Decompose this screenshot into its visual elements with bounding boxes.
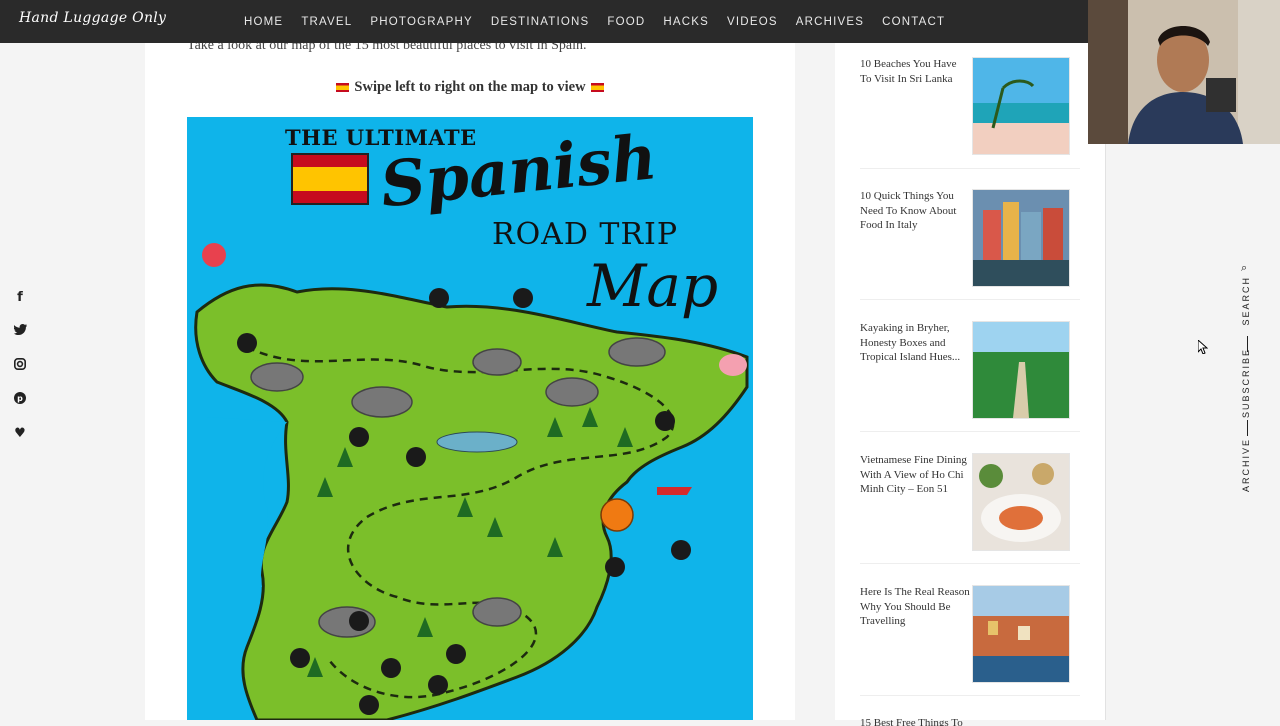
- webcam-overlay: [1088, 0, 1280, 144]
- spain-flag-icon: [336, 83, 350, 92]
- main-nav: HOME TRAVEL PHOTOGRAPHY DESTINATIONS FOO…: [235, 0, 954, 43]
- social-share-bar: f p ♥: [10, 290, 30, 460]
- spain-road-trip-map[interactable]: THE ULTIMATE Spanish ROAD TRIP Map: [187, 117, 753, 720]
- orange-illustration: [600, 498, 634, 532]
- octopus-illustration: [202, 243, 226, 267]
- search-icon[interactable]: ⌕: [1241, 262, 1247, 275]
- nav-hacks[interactable]: HACKS: [663, 16, 709, 28]
- spain-flag-icon: [590, 83, 604, 92]
- instagram-icon[interactable]: [10, 358, 30, 392]
- food-image: [973, 454, 1069, 550]
- sidebar-post[interactable]: Here Is The Real Reason Why You Should B…: [860, 585, 1075, 685]
- nav-destinations[interactable]: DESTINATIONS: [491, 16, 590, 28]
- post-thumbnail: [972, 57, 1070, 155]
- sidebar-post[interactable]: 10 Beaches You Have To Visit In Sri Lank…: [860, 57, 1075, 157]
- nav-contact[interactable]: CONTACT: [882, 16, 945, 28]
- spain-flag: [291, 153, 369, 205]
- right-vertical-menu: ⌕ SEARCH SUBSCRIBE ARCHIVE: [1238, 262, 1258, 502]
- italy-coast-image: [973, 190, 1069, 286]
- nav-videos[interactable]: VIDEOS: [727, 16, 778, 28]
- nav-travel[interactable]: TRAVEL: [301, 16, 352, 28]
- post-divider: [860, 168, 1080, 169]
- post-thumbnail: [972, 189, 1070, 287]
- subscribe-link[interactable]: SUBSCRIBE: [1241, 348, 1251, 418]
- post-title: 10 Beaches You Have To Visit In Sri Lank…: [860, 58, 957, 85]
- post-thumbnail: [972, 585, 1070, 683]
- cinque-terre-image: [973, 586, 1069, 682]
- facebook-icon[interactable]: f: [10, 290, 30, 324]
- post-thumbnail: [972, 321, 1070, 419]
- svg-text:p: p: [17, 394, 23, 403]
- pinterest-icon[interactable]: p: [10, 392, 30, 426]
- site-logo[interactable]: Hand Luggage Only: [19, 10, 166, 26]
- post-divider: [860, 695, 1080, 696]
- mouse-cursor-icon: [1198, 340, 1208, 354]
- beach-image: [973, 58, 1069, 154]
- post-title: 15 Best Free Things To: [860, 717, 963, 726]
- twitter-icon[interactable]: [10, 324, 30, 358]
- sidebar-post[interactable]: 10 Quick Things You Need To Know About F…: [860, 189, 1075, 289]
- lake: [436, 431, 518, 453]
- swipe-hint-text: Swipe left to right on the map to view: [354, 79, 586, 95]
- post-divider: [860, 431, 1080, 432]
- archive-link[interactable]: ARCHIVE: [1241, 438, 1251, 492]
- post-divider: [860, 563, 1080, 564]
- sidebar-post[interactable]: Kayaking in Bryher, Honesty Boxes and Tr…: [860, 321, 1075, 421]
- post-title: 10 Quick Things You Need To Know About F…: [860, 190, 957, 231]
- post-thumbnail: [972, 453, 1070, 551]
- post-title: Vietnamese Fine Dining With A View of Ho…: [860, 454, 967, 495]
- map-title-line-3: ROAD TRIP: [492, 217, 679, 252]
- swipe-hint: Swipe left to right on the map to view: [145, 79, 795, 96]
- presenter-video: [1088, 0, 1280, 144]
- heart-icon[interactable]: ♥: [10, 426, 30, 460]
- sidebar-post[interactable]: 15 Best Free Things To: [860, 716, 1075, 726]
- map-title-line-4: Map: [587, 252, 719, 320]
- nav-photography[interactable]: PHOTOGRAPHY: [370, 16, 472, 28]
- nav-home[interactable]: HOME: [244, 16, 283, 28]
- related-posts-sidebar: 10 Beaches You Have To Visit In Sri Lank…: [835, 43, 1106, 726]
- nav-food[interactable]: FOOD: [607, 16, 645, 28]
- sidebar-post[interactable]: Vietnamese Fine Dining With A View of Ho…: [860, 453, 1075, 553]
- post-title: Here Is The Real Reason Why You Should B…: [860, 586, 970, 627]
- top-navigation-bar: Hand Luggage Only HOME TRAVEL PHOTOGRAPH…: [0, 0, 1088, 43]
- pig-illustration: [719, 354, 747, 376]
- post-title: Kayaking in Bryher, Honesty Boxes and Tr…: [860, 322, 961, 363]
- plane-illustration: [657, 487, 692, 495]
- nav-archives[interactable]: ARCHIVES: [796, 16, 864, 28]
- path-image: [973, 322, 1069, 418]
- search-link[interactable]: SEARCH: [1241, 276, 1251, 326]
- post-divider: [860, 299, 1080, 300]
- menu-divider: [1247, 420, 1248, 436]
